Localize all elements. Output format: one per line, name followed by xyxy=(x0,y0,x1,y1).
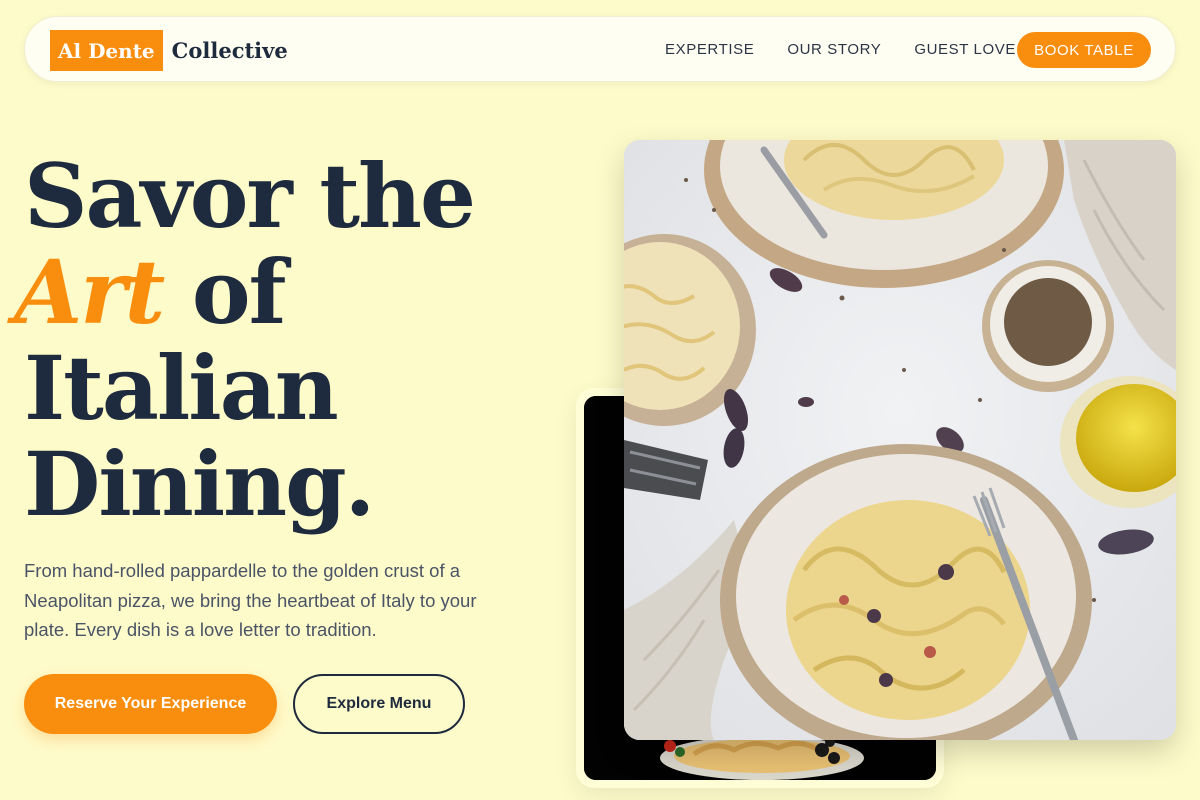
nav-links: EXPERTISE OUR STORY GUEST LOVE xyxy=(665,41,1049,59)
nav-link-our-story[interactable]: OUR STORY xyxy=(787,41,881,59)
headline-line-2-rest: of xyxy=(163,240,287,344)
headline-line-1: Savor the xyxy=(24,144,476,248)
book-table-button[interactable]: BOOK TABLE xyxy=(1017,32,1151,68)
brand-badge: Al Dente xyxy=(50,30,163,71)
headline-line-2: Art of xyxy=(14,244,584,340)
top-nav: Al Dente Collective EXPERTISE OUR STORY … xyxy=(24,16,1176,82)
brand-logo[interactable]: Al Dente Collective xyxy=(50,30,288,71)
nav-link-guest-love[interactable]: GUEST LOVE xyxy=(914,41,1016,59)
brand-name: Collective xyxy=(171,38,288,63)
carbonara-photo xyxy=(624,140,1176,740)
nav-link-expertise[interactable]: EXPERTISE xyxy=(665,41,754,59)
landing-page: Al Dente Collective EXPERTISE OUR STORY … xyxy=(0,0,1200,800)
headline-line-3: Italian xyxy=(24,336,339,440)
hero-headline: Savor the Art of Italian Dining. xyxy=(14,144,584,536)
headline-line-4: Dining. xyxy=(24,432,375,536)
reserve-experience-button[interactable]: Reserve Your Experience xyxy=(24,674,277,734)
hero-lead-paragraph: From hand-rolled pappardelle to the gold… xyxy=(24,560,477,640)
headline-accent: Art xyxy=(14,240,165,344)
carbonara-table-illustration xyxy=(624,140,1176,740)
explore-menu-button[interactable]: Explore Menu xyxy=(293,674,465,734)
